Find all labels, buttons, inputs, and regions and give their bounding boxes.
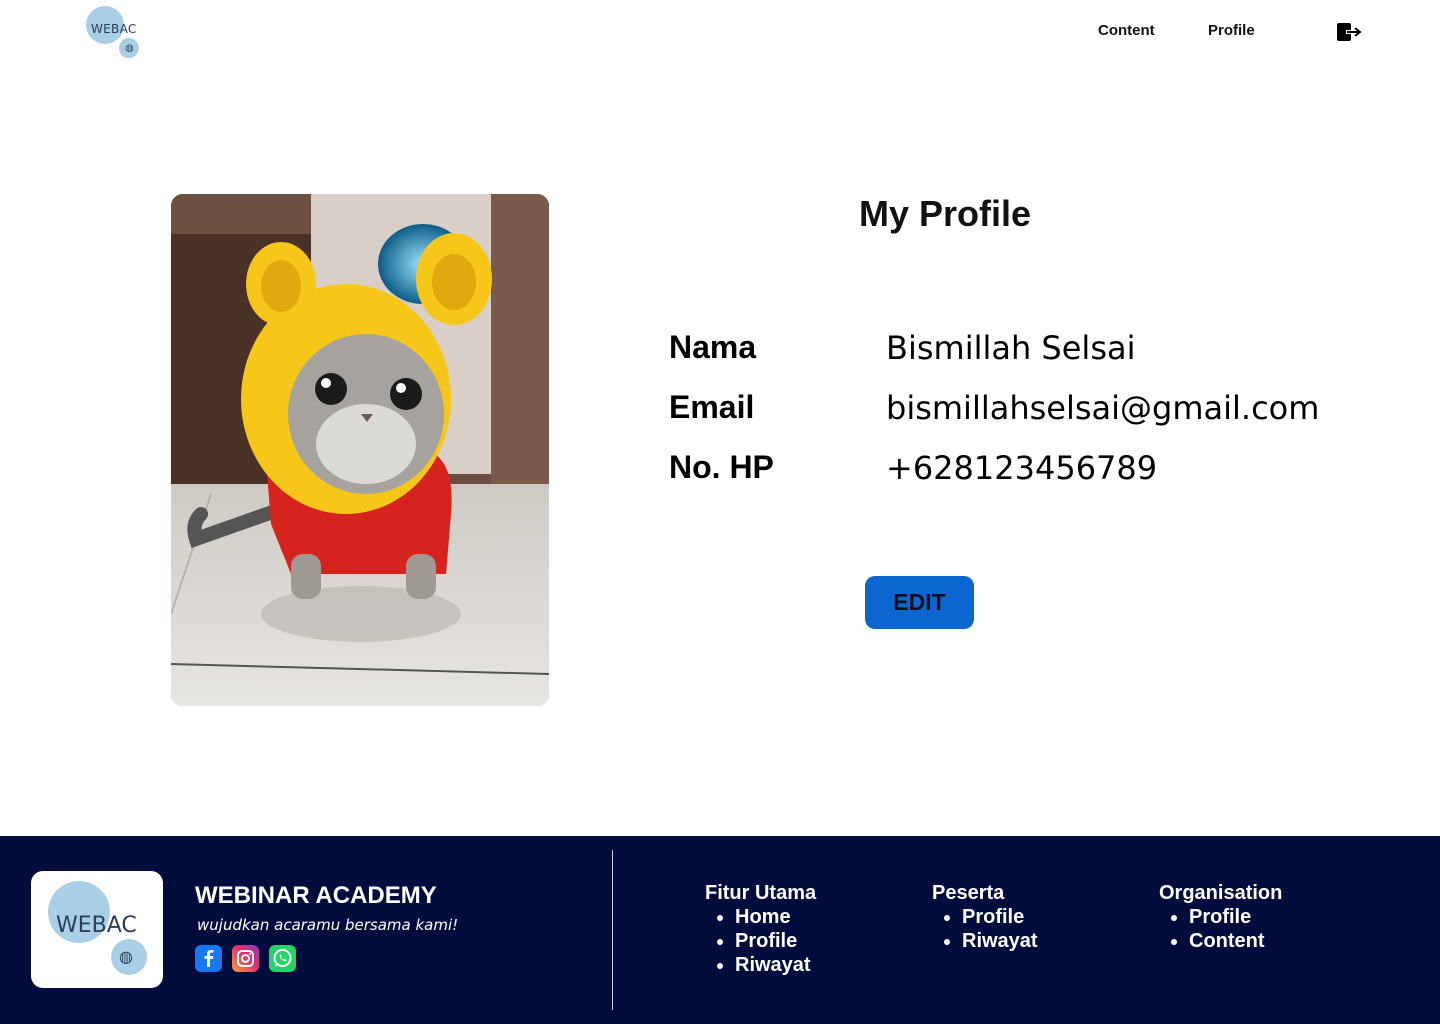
footer-column-peserta: Peserta Profile Riwayat xyxy=(932,882,1038,953)
profile-photo xyxy=(171,194,549,706)
footer-link-profile[interactable]: Profile xyxy=(1189,905,1282,929)
footer-link-riwayat[interactable]: Riwayat xyxy=(735,953,816,977)
footer-logo[interactable]: WEBAC ◍ xyxy=(31,871,163,988)
email-label: Email xyxy=(669,389,755,425)
globe-icon: ◍ xyxy=(119,949,133,966)
instagram-icon[interactable] xyxy=(232,945,259,972)
name-label: Nama xyxy=(669,329,757,365)
nav-profile-link[interactable]: Profile xyxy=(1208,22,1255,39)
logo[interactable]: WEBAC ◍ xyxy=(86,6,142,60)
name-value: Bismillah Selsai xyxy=(886,329,1136,367)
facebook-icon[interactable] xyxy=(195,945,222,972)
footer: WEBAC ◍ WEBINAR ACADEMY wujudkan acaramu… xyxy=(0,836,1440,1024)
page: WEBAC ◍ Content Profile My Profile Nama … xyxy=(0,0,1440,1024)
column-heading: Peserta xyxy=(932,882,1005,904)
footer-divider xyxy=(612,850,613,1010)
footer-logo-text: WEBAC xyxy=(56,913,137,938)
footer-link-profile[interactable]: Profile xyxy=(962,905,1038,929)
logout-icon[interactable] xyxy=(1336,22,1362,42)
page-title: My Profile xyxy=(859,193,1032,234)
globe-icon: ◍ xyxy=(125,43,134,54)
footer-link-home[interactable]: Home xyxy=(735,905,816,929)
footer-brand: WEBINAR ACADEMY xyxy=(195,882,437,909)
phone-label: No. HP xyxy=(669,449,774,485)
phone-value: +628123456789 xyxy=(886,449,1158,487)
footer-column-organisation: Organisation Profile Content xyxy=(1159,882,1282,953)
email-value: bismillahselsai@gmail.com xyxy=(886,389,1320,427)
footer-tagline: wujudkan acaramu bersama kami! xyxy=(197,916,459,934)
footer-link-content[interactable]: Content xyxy=(1189,929,1282,953)
column-heading: Fitur Utama xyxy=(705,882,817,904)
nav-content-link[interactable]: Content xyxy=(1098,22,1155,39)
column-heading: Organisation xyxy=(1159,882,1283,904)
whatsapp-icon[interactable] xyxy=(269,945,296,972)
logo-text: WEBAC xyxy=(91,22,137,36)
footer-column-fitur-utama: Fitur Utama Home Profile Riwayat xyxy=(705,882,816,977)
footer-link-profile[interactable]: Profile xyxy=(735,929,816,953)
edit-button[interactable]: EDIT xyxy=(865,576,974,629)
footer-link-riwayat[interactable]: Riwayat xyxy=(962,929,1038,953)
